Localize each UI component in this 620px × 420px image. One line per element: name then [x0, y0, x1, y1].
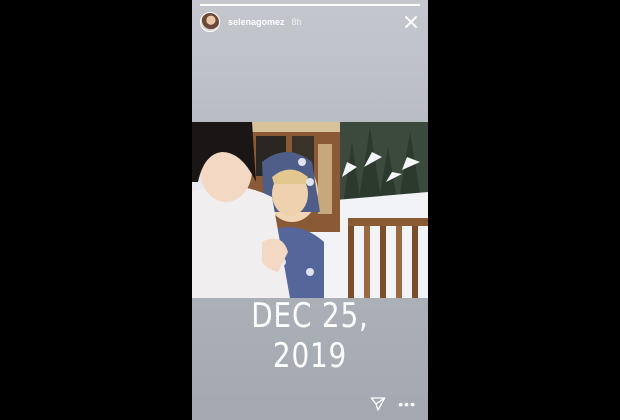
story-viewer[interactable]: selenagomez 8h DEC 25, 2019 ••• — [192, 0, 428, 420]
date-sticker: DEC 25, 2019 — [251, 296, 369, 376]
avatar[interactable] — [200, 12, 220, 32]
story-photo — [192, 122, 428, 298]
timestamp: 8h — [291, 17, 302, 27]
story-footer: ••• — [370, 396, 416, 412]
send-icon[interactable] — [370, 396, 386, 412]
username[interactable]: selenagomez — [228, 17, 285, 27]
more-icon[interactable]: ••• — [398, 397, 416, 411]
story-progress-bar — [200, 4, 420, 6]
story-header: selenagomez 8h — [200, 11, 418, 33]
story-progress-fill — [200, 4, 420, 6]
close-icon[interactable] — [404, 15, 418, 29]
